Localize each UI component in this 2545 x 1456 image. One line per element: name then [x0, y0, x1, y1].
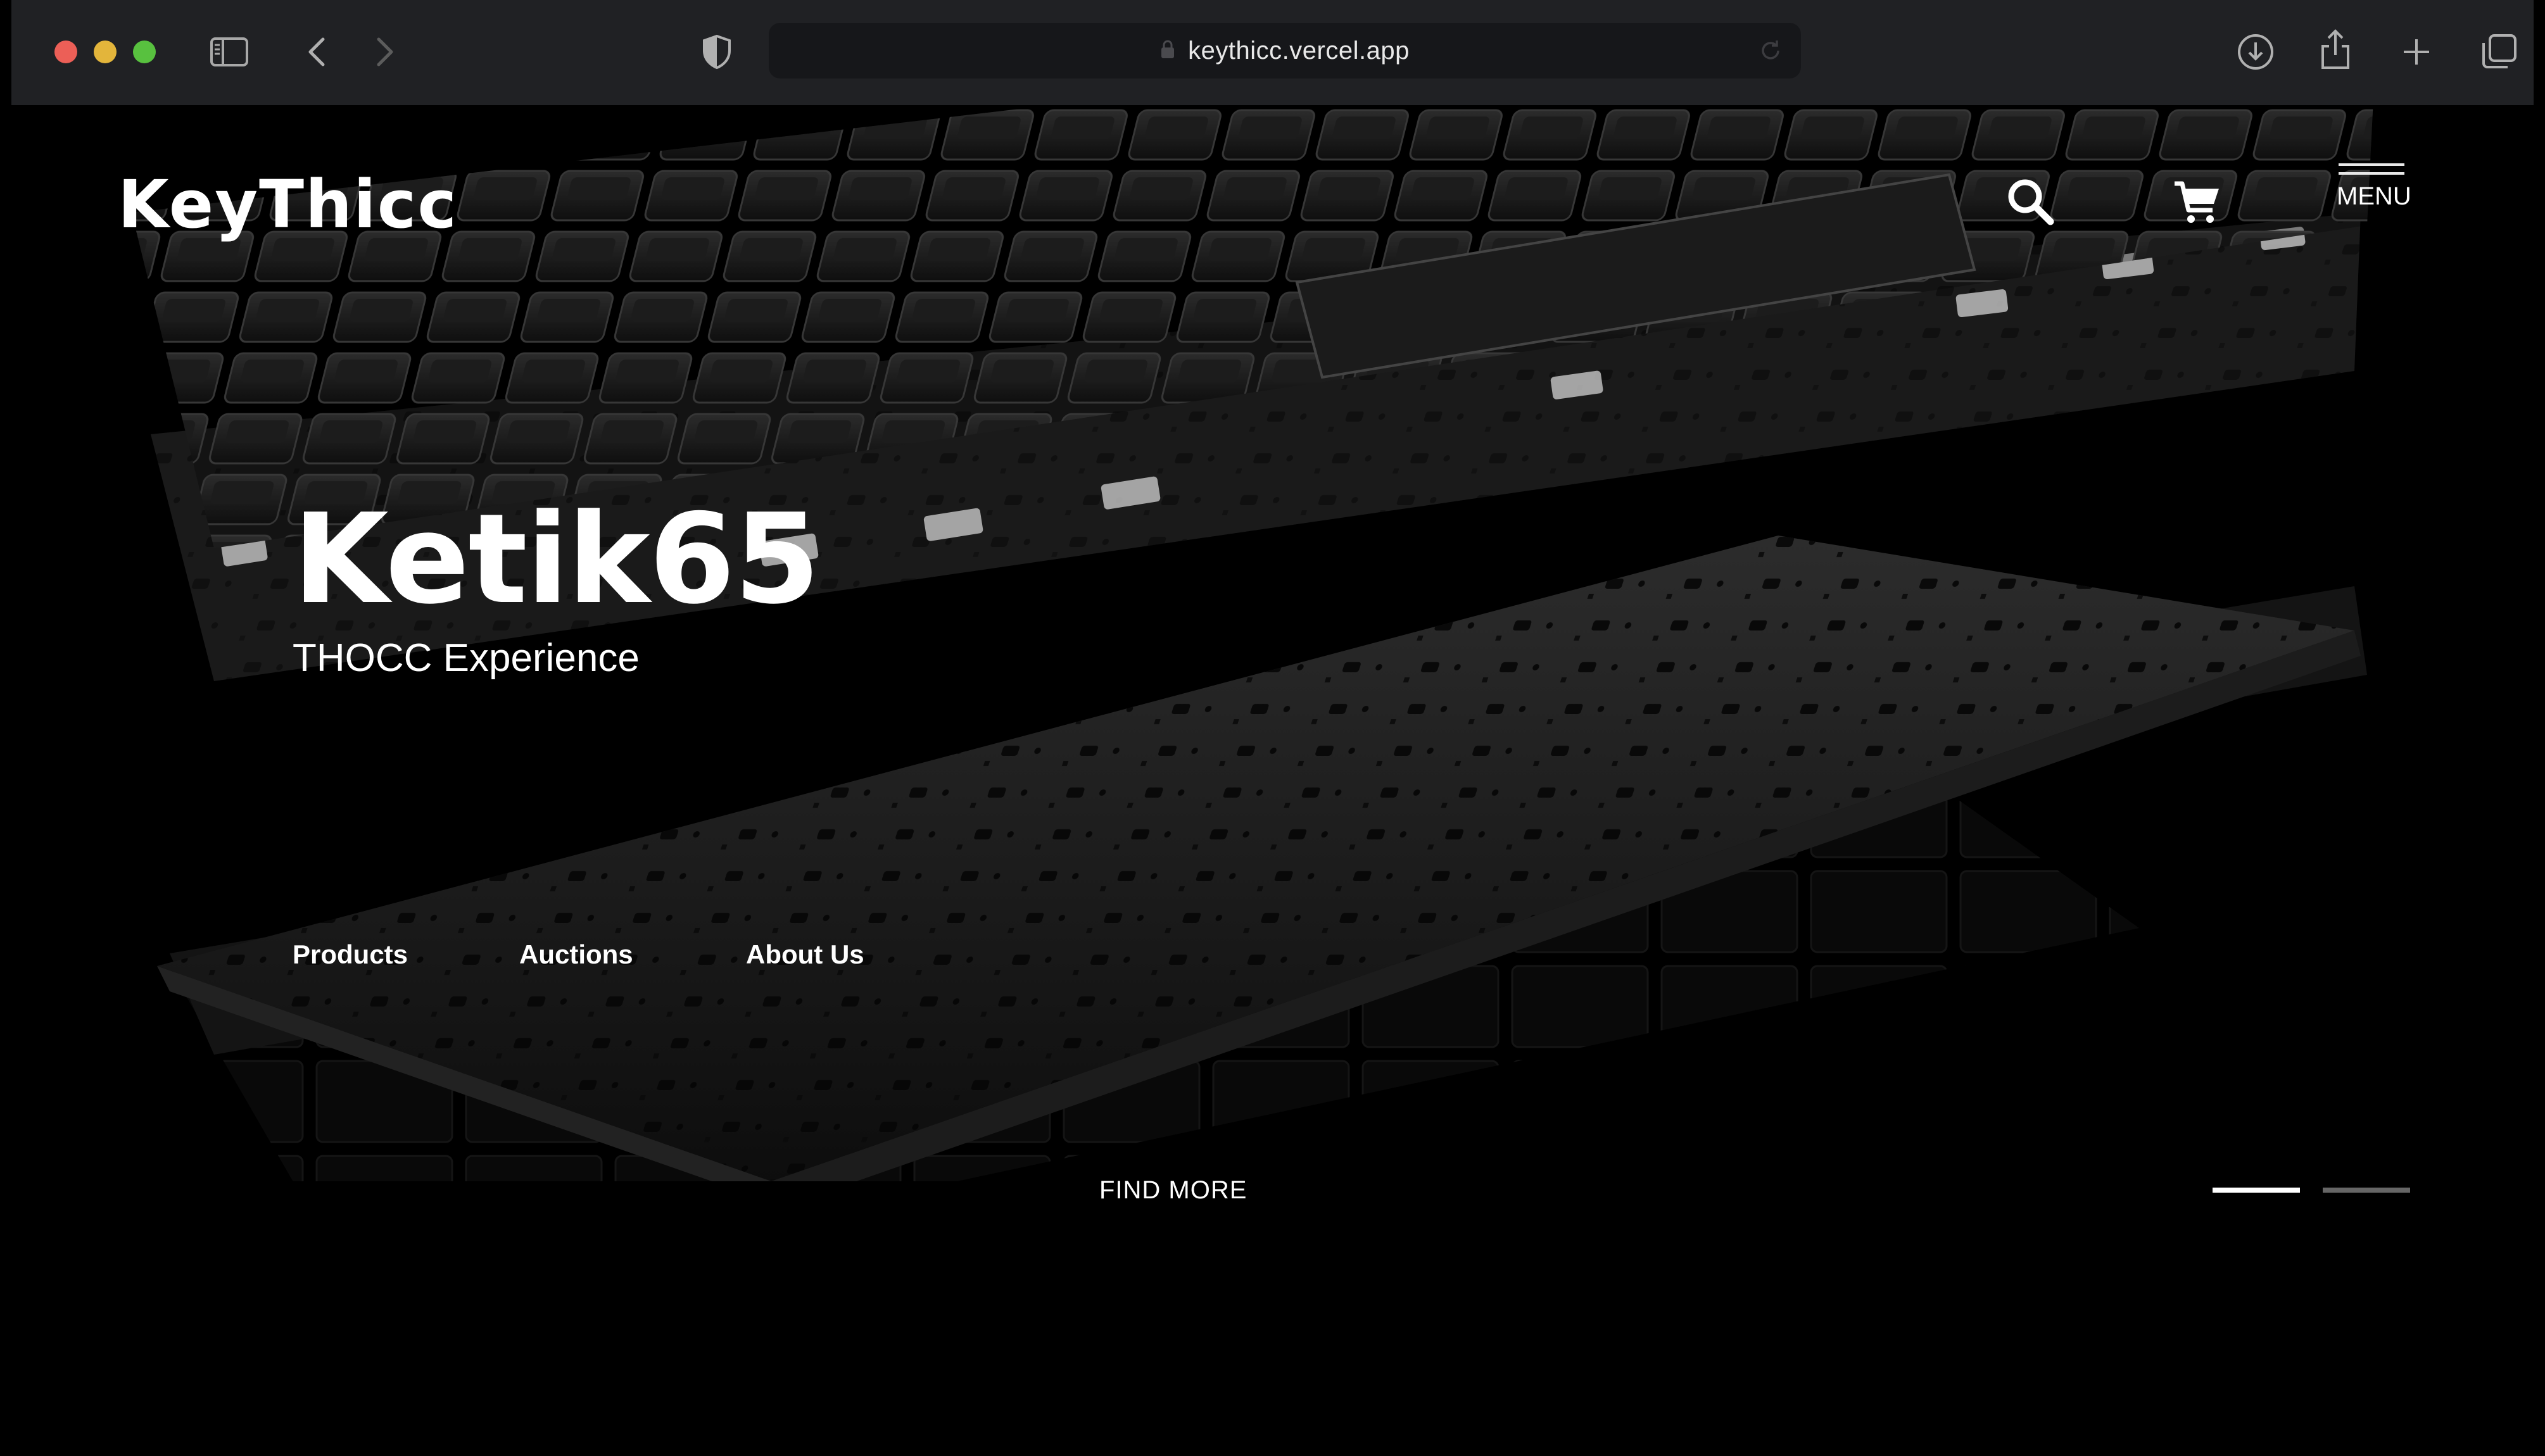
- keyboard-hero-image: [11, 105, 2534, 1456]
- menu-label: MENU: [2337, 182, 2411, 210]
- chevron-left-icon[interactable]: [304, 34, 329, 70]
- browser-toolbar: keythicc.vercel.app: [11, 0, 2534, 106]
- auctions-link[interactable]: Auctions: [519, 939, 633, 970]
- find-more-button[interactable]: FIND MORE: [1099, 1176, 1247, 1205]
- plus-icon[interactable]: [2399, 34, 2434, 70]
- about-us-link[interactable]: About Us: [746, 939, 864, 970]
- browser-window: keythicc.vercel.app KeyThicc MENU Ketik6…: [11, 0, 2534, 1456]
- lock-icon: [1160, 39, 1175, 63]
- hero-title: Ketik65: [293, 487, 820, 632]
- hero-section: KeyThicc MENU Ketik65 THOCC Experience P…: [11, 105, 2534, 1456]
- slide-dot-1[interactable]: [2213, 1188, 2300, 1193]
- close-window-button[interactable]: [54, 41, 77, 63]
- url-text: keythicc.vercel.app: [1188, 36, 1410, 65]
- products-link[interactable]: Products: [293, 939, 408, 970]
- menu-button[interactable]: MENU: [2337, 163, 2411, 211]
- cart-icon[interactable]: [2172, 177, 2225, 230]
- zoom-window-button[interactable]: [133, 41, 156, 63]
- share-icon[interactable]: [2318, 27, 2353, 72]
- tabs-icon[interactable]: [2480, 32, 2519, 71]
- slide-dot-2[interactable]: [2323, 1188, 2410, 1193]
- chevron-right-icon[interactable]: [372, 34, 398, 70]
- hero-subtitle: THOCC Experience: [293, 636, 640, 680]
- sidebar-icon[interactable]: [209, 33, 249, 71]
- shield-icon[interactable]: [699, 33, 735, 71]
- download-icon[interactable]: [2235, 32, 2276, 72]
- search-icon[interactable]: [2005, 176, 2058, 229]
- reload-icon[interactable]: [1758, 38, 1783, 66]
- address-bar[interactable]: keythicc.vercel.app: [769, 23, 1801, 78]
- site-logo[interactable]: KeyThicc: [118, 166, 458, 243]
- hamburger-icon: [2337, 163, 2406, 175]
- minimize-window-button[interactable]: [94, 41, 117, 63]
